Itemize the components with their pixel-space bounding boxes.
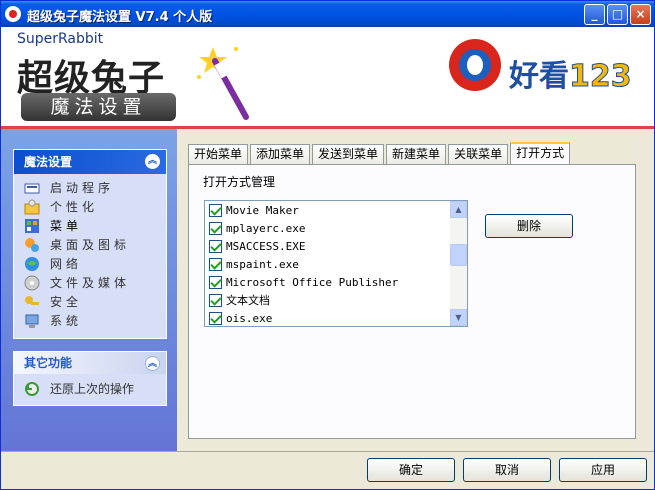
tab-strip: 开始菜单 添加菜单 发送到菜单 新建菜单 关联菜单 打开方式 — [188, 142, 572, 164]
brand-subtitle: 魔法设置 — [21, 93, 176, 121]
checkbox[interactable] — [209, 275, 222, 289]
haokan-logo-text: 好看123 — [509, 59, 632, 95]
list-item[interactable]: ois.exe — [205, 309, 467, 327]
banner: SuperRabbit 超级兔子 魔法设置 好看123 — [1, 27, 654, 126]
restore-icon — [25, 381, 39, 396]
scroll-down-icon[interactable]: ▼ — [450, 309, 467, 326]
personalize-icon — [24, 199, 40, 214]
open-with-list[interactable]: Movie Maker mplayerc.exe MSACCESS.EXE ms… — [204, 200, 468, 327]
app-icon — [5, 6, 21, 22]
checkbox[interactable] — [209, 257, 222, 271]
sidebar-item-network[interactable]: 网络 — [24, 254, 166, 273]
scroll-thumb[interactable] — [450, 244, 467, 266]
scroll-up-icon[interactable]: ▲ — [450, 201, 467, 218]
list-item[interactable]: 文本文档 — [205, 291, 467, 309]
checkbox[interactable] — [209, 293, 222, 307]
brand-english: SuperRabbit — [17, 31, 104, 47]
haokan-logo-icon — [449, 39, 501, 91]
sidebar: 魔法设置 ︽ 启动程序 个性化 菜单 桌面及图标 网络 文件及媒体 安全 系统 … — [1, 129, 177, 451]
cancel-button[interactable]: 取消 — [463, 458, 551, 482]
maximize-button[interactable]: □ — [607, 4, 628, 25]
tab-new-menu[interactable]: 新建菜单 — [386, 144, 447, 164]
startup-icon — [24, 183, 40, 193]
list-item[interactable]: Movie Maker — [205, 201, 467, 219]
collapse-icon[interactable]: ︽ — [145, 356, 160, 371]
sidebar-item-menu[interactable]: 菜单 — [24, 216, 166, 235]
title-bar[interactable]: 超级兔子魔法设置 V7.4 个人版 _ □ × — [1, 1, 654, 27]
checkbox[interactable] — [209, 203, 222, 217]
collapse-icon[interactable]: ︽ — [145, 154, 160, 169]
list-scrollbar[interactable]: ▲ ▼ — [450, 201, 467, 326]
restore-last-action-link[interactable]: 还原上次的操作 — [14, 374, 166, 397]
sidebar-item-desktop[interactable]: 桌面及图标 — [24, 235, 166, 254]
checkbox[interactable] — [209, 239, 222, 253]
tab-association-menu[interactable]: 关联菜单 — [448, 144, 509, 164]
other-functions-box: 其它功能 ︽ 还原上次的操作 — [13, 351, 167, 406]
tab-sendto-menu[interactable]: 发送到菜单 — [312, 144, 385, 164]
other-functions-header[interactable]: 其它功能 ︽ — [14, 352, 166, 374]
open-with-panel: 打开方式管理 Movie Maker mplayerc.exe MSACCESS… — [188, 164, 636, 439]
magic-settings-header[interactable]: 魔法设置 ︽ — [14, 150, 166, 174]
delete-button[interactable]: 删除 — [485, 214, 573, 238]
list-item[interactable]: mspaint.exe — [205, 255, 467, 273]
network-icon — [25, 256, 39, 271]
desktop-icon — [25, 237, 39, 252]
panel-title: 打开方式管理 — [203, 175, 276, 189]
window-title: 超级兔子魔法设置 V7.4 个人版 — [27, 10, 213, 25]
list-item[interactable]: MSACCESS.EXE — [205, 237, 467, 255]
tab-start-menu[interactable]: 开始菜单 — [188, 144, 249, 164]
apply-button[interactable]: 应用 — [559, 458, 647, 482]
close-button[interactable]: × — [630, 4, 651, 25]
checkbox[interactable] — [209, 311, 222, 325]
media-icon — [24, 275, 40, 290]
main-window: 超级兔子魔法设置 V7.4 个人版 _ □ × SuperRabbit 超级兔子… — [0, 0, 655, 490]
sidebar-item-security[interactable]: 安全 — [24, 292, 166, 311]
minimize-button[interactable]: _ — [584, 4, 605, 25]
checkbox[interactable] — [209, 221, 222, 235]
ok-button[interactable]: 确定 — [367, 458, 455, 482]
magic-settings-box: 魔法设置 ︽ 启动程序 个性化 菜单 桌面及图标 网络 文件及媒体 安全 系统 — [13, 149, 167, 339]
menu-icon — [25, 218, 39, 233]
list-item[interactable]: mplayerc.exe — [205, 219, 467, 237]
tab-add-menu[interactable]: 添加菜单 — [250, 144, 311, 164]
magic-wand-icon — [197, 47, 249, 120]
system-icon — [25, 314, 39, 328]
sidebar-item-system[interactable]: 系统 — [24, 311, 166, 330]
key-icon — [25, 295, 39, 305]
tab-open-with[interactable]: 打开方式 — [510, 142, 571, 164]
sidebar-item-personalize[interactable]: 个性化 — [24, 197, 166, 216]
sidebar-item-media[interactable]: 文件及媒体 — [24, 273, 166, 292]
footer-divider — [1, 451, 654, 452]
list-item[interactable]: Microsoft Office Publisher — [205, 273, 467, 291]
sidebar-item-startup[interactable]: 启动程序 — [24, 178, 166, 197]
